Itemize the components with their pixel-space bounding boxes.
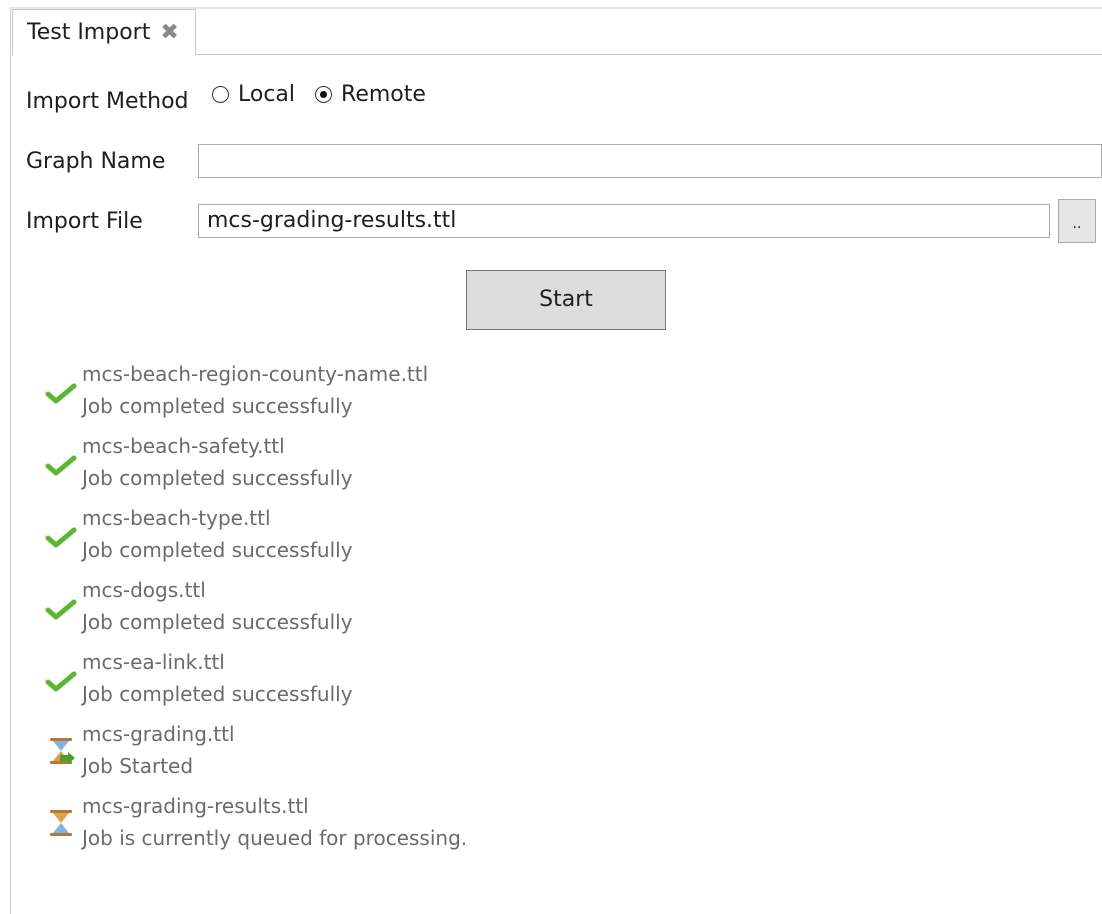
job-file-name: mcs-dogs.ttl [82,578,206,602]
tab-title: Test Import [27,20,151,45]
job-status: Job completed successfully [82,682,353,706]
import-file-label: Import File [26,209,143,234]
list-item: mcs-grading-results.ttl Job is currently… [44,794,644,866]
radio-local[interactable]: Local [212,82,295,107]
hourglass-started-icon [50,738,75,764]
list-item: mcs-ea-link.ttl Job completed successful… [44,650,644,722]
job-status: Job completed successfully [82,394,353,418]
job-status: Job completed successfully [82,538,353,562]
job-file-name: mcs-beach-safety.ttl [82,434,285,458]
radio-remote-label: Remote [341,82,426,107]
radio-local-circle[interactable] [212,86,229,103]
job-status: Job completed successfully [82,466,353,490]
import-method-radio-group: Local Remote [212,82,446,107]
tab-test-import[interactable]: Test Import ✖ [12,9,196,55]
graph-name-label: Graph Name [26,149,166,174]
check-icon [45,671,77,692]
start-button[interactable]: Start [466,270,666,330]
import-file-input[interactable]: mcs-grading-results.ttl [198,204,1050,238]
job-status: Job completed successfully [82,610,353,634]
radio-local-label: Local [238,82,296,107]
list-item: mcs-grading.ttl Job Started [44,722,644,794]
job-file-name: mcs-beach-type.ttl [82,506,271,530]
radio-remote[interactable]: Remote [315,82,426,107]
radio-remote-circle[interactable] [315,86,333,103]
panel-left-border [10,7,11,914]
tab-strip-border [196,54,1102,55]
browse-button[interactable]: .. [1058,199,1096,243]
job-file-name: mcs-ea-link.ttl [82,650,225,674]
check-icon [45,599,77,620]
check-icon [45,455,77,476]
job-list: mcs-beach-region-county-name.ttl Job com… [44,362,644,866]
close-icon[interactable]: ✖ [160,20,178,45]
list-item: mcs-beach-safety.ttl Job completed succe… [44,434,644,506]
job-status: Job is currently queued for processing. [82,826,468,850]
job-status: Job Started [82,754,194,778]
hourglass-icon [50,810,72,836]
list-item: mcs-dogs.ttl Job completed successfully [44,578,644,650]
graph-name-input[interactable] [198,144,1102,178]
job-file-name: mcs-grading-results.ttl [82,794,309,818]
list-item: mcs-beach-type.ttl Job completed success… [44,506,644,578]
job-file-name: mcs-grading.ttl [82,722,235,746]
check-icon [45,527,77,548]
check-icon [45,383,77,404]
import-method-label: Import Method [26,89,189,114]
list-item: mcs-beach-region-county-name.ttl Job com… [44,362,644,434]
job-file-name: mcs-beach-region-county-name.ttl [82,362,429,386]
